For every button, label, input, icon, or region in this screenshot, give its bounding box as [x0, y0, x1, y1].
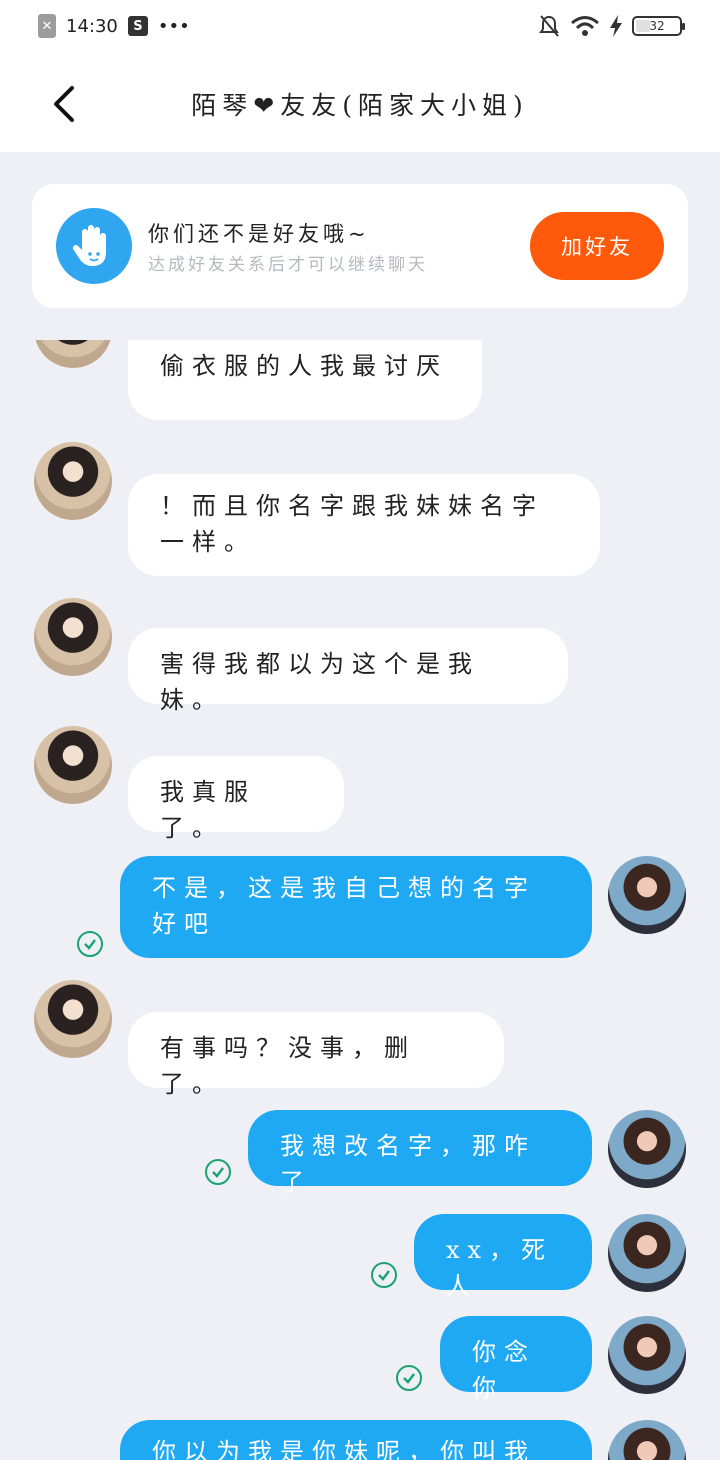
self-avatar[interactable]: [608, 856, 686, 934]
contact-avatar[interactable]: [34, 726, 112, 804]
contact-avatar[interactable]: [34, 442, 112, 520]
message-text: 你念你: [472, 1338, 536, 1402]
self-avatar[interactable]: [608, 1316, 686, 1394]
status-time: 14:30: [66, 15, 118, 37]
more-notifications-icon: •••: [157, 15, 190, 37]
message-row: 你以为我是你妹呢，你叫我妹: [0, 1420, 720, 1460]
banner-main-text: 你们还不是好友哦~: [148, 222, 370, 246]
contact-avatar[interactable]: [34, 598, 112, 676]
read-check-icon: [205, 1159, 231, 1185]
contact-avatar[interactable]: [34, 340, 112, 368]
status-right: 32: [538, 14, 685, 38]
message-row: 我想改名字，那咋了: [0, 1110, 720, 1196]
message-bubble[interactable]: ！而且你名字跟我妹妹名字一样。: [128, 474, 600, 576]
charging-icon: [610, 15, 622, 37]
message-text: 偷衣服的人我最讨厌: [160, 352, 448, 380]
chat-title: 陌琴❤友友(陌家大小姐): [191, 91, 529, 120]
no-sim-icon: ✕: [38, 14, 56, 38]
message-bubble[interactable]: 我真服了。: [128, 756, 344, 842]
back-arrow-icon[interactable]: [46, 82, 86, 126]
add-friend-banner: 你们还不是好友哦~ 达成好友关系后才可以继续聊天 加好友: [32, 184, 688, 308]
mute-bell-icon: [539, 15, 559, 37]
self-avatar[interactable]: [608, 1420, 686, 1460]
battery-icon: 32: [632, 16, 685, 36]
message-row: xx，死人: [0, 1214, 720, 1300]
message-bubble[interactable]: 害得我都以为这个是我妹。: [128, 628, 568, 714]
app-notification-icon: S: [127, 16, 148, 36]
message-text: 害得我都以为这个是我妹。: [160, 650, 480, 714]
read-check-icon: [77, 931, 103, 957]
self-avatar[interactable]: [608, 1214, 686, 1292]
message-text: xx，死人: [446, 1236, 554, 1300]
status-bar: ✕ 14:30 S ••• 32: [0, 0, 720, 56]
message-text: ！而且你名字跟我妹妹名字一样。: [160, 492, 544, 556]
message-row: 有事吗？没事，删了。: [0, 980, 720, 1098]
message-bubble[interactable]: 偷衣服的人我最讨厌: [128, 340, 482, 420]
message-text: 不是，这是我自己想的名字好吧: [152, 874, 536, 938]
message-row: 我真服了。: [0, 726, 720, 842]
message-text: 我想改名字，那咋了: [280, 1132, 536, 1196]
banner-sub-text: 达成好友关系后才可以继续聊天: [148, 255, 428, 275]
message-bubble[interactable]: 我想改名字，那咋了: [248, 1110, 592, 1196]
message-text: 有事吗？没事，删了。: [160, 1034, 416, 1098]
wave-hand-icon: [56, 208, 132, 284]
message-row: ！而且你名字跟我妹妹名字一样。: [0, 442, 720, 576]
message-bubble[interactable]: 有事吗？没事，删了。: [128, 1012, 504, 1098]
status-left: ✕ 14:30 S •••: [38, 14, 190, 38]
message-text: 我真服了。: [160, 778, 256, 842]
add-friend-button[interactable]: 加好友: [530, 212, 664, 280]
battery-level: 32: [649, 19, 665, 33]
message-row: 不是，这是我自己想的名字好吧: [0, 856, 720, 960]
message-text: 你以为我是你妹呢，你叫我妹: [152, 1438, 536, 1460]
chat-messages[interactable]: 偷衣服的人我最讨厌 ！而且你名字跟我妹妹名字一样。 害得我都以为这个是我妹。 我…: [0, 340, 720, 1460]
message-row: 害得我都以为这个是我妹。: [0, 598, 720, 714]
message-row: 你念你: [0, 1316, 720, 1402]
message-bubble[interactable]: xx，死人: [414, 1214, 592, 1300]
self-avatar[interactable]: [608, 1110, 686, 1188]
message-bubble[interactable]: 你念你: [440, 1316, 592, 1402]
chat-header: 陌琴❤友友(陌家大小姐): [0, 56, 720, 152]
message-bubble[interactable]: 不是，这是我自己想的名字好吧: [120, 856, 592, 958]
wifi-icon: [571, 16, 599, 36]
read-check-icon: [371, 1262, 397, 1288]
read-check-icon: [396, 1365, 422, 1391]
message-row: 偷衣服的人我最讨厌: [0, 340, 720, 420]
message-bubble[interactable]: 你以为我是你妹呢，你叫我妹: [120, 1420, 592, 1460]
contact-avatar[interactable]: [34, 980, 112, 1058]
